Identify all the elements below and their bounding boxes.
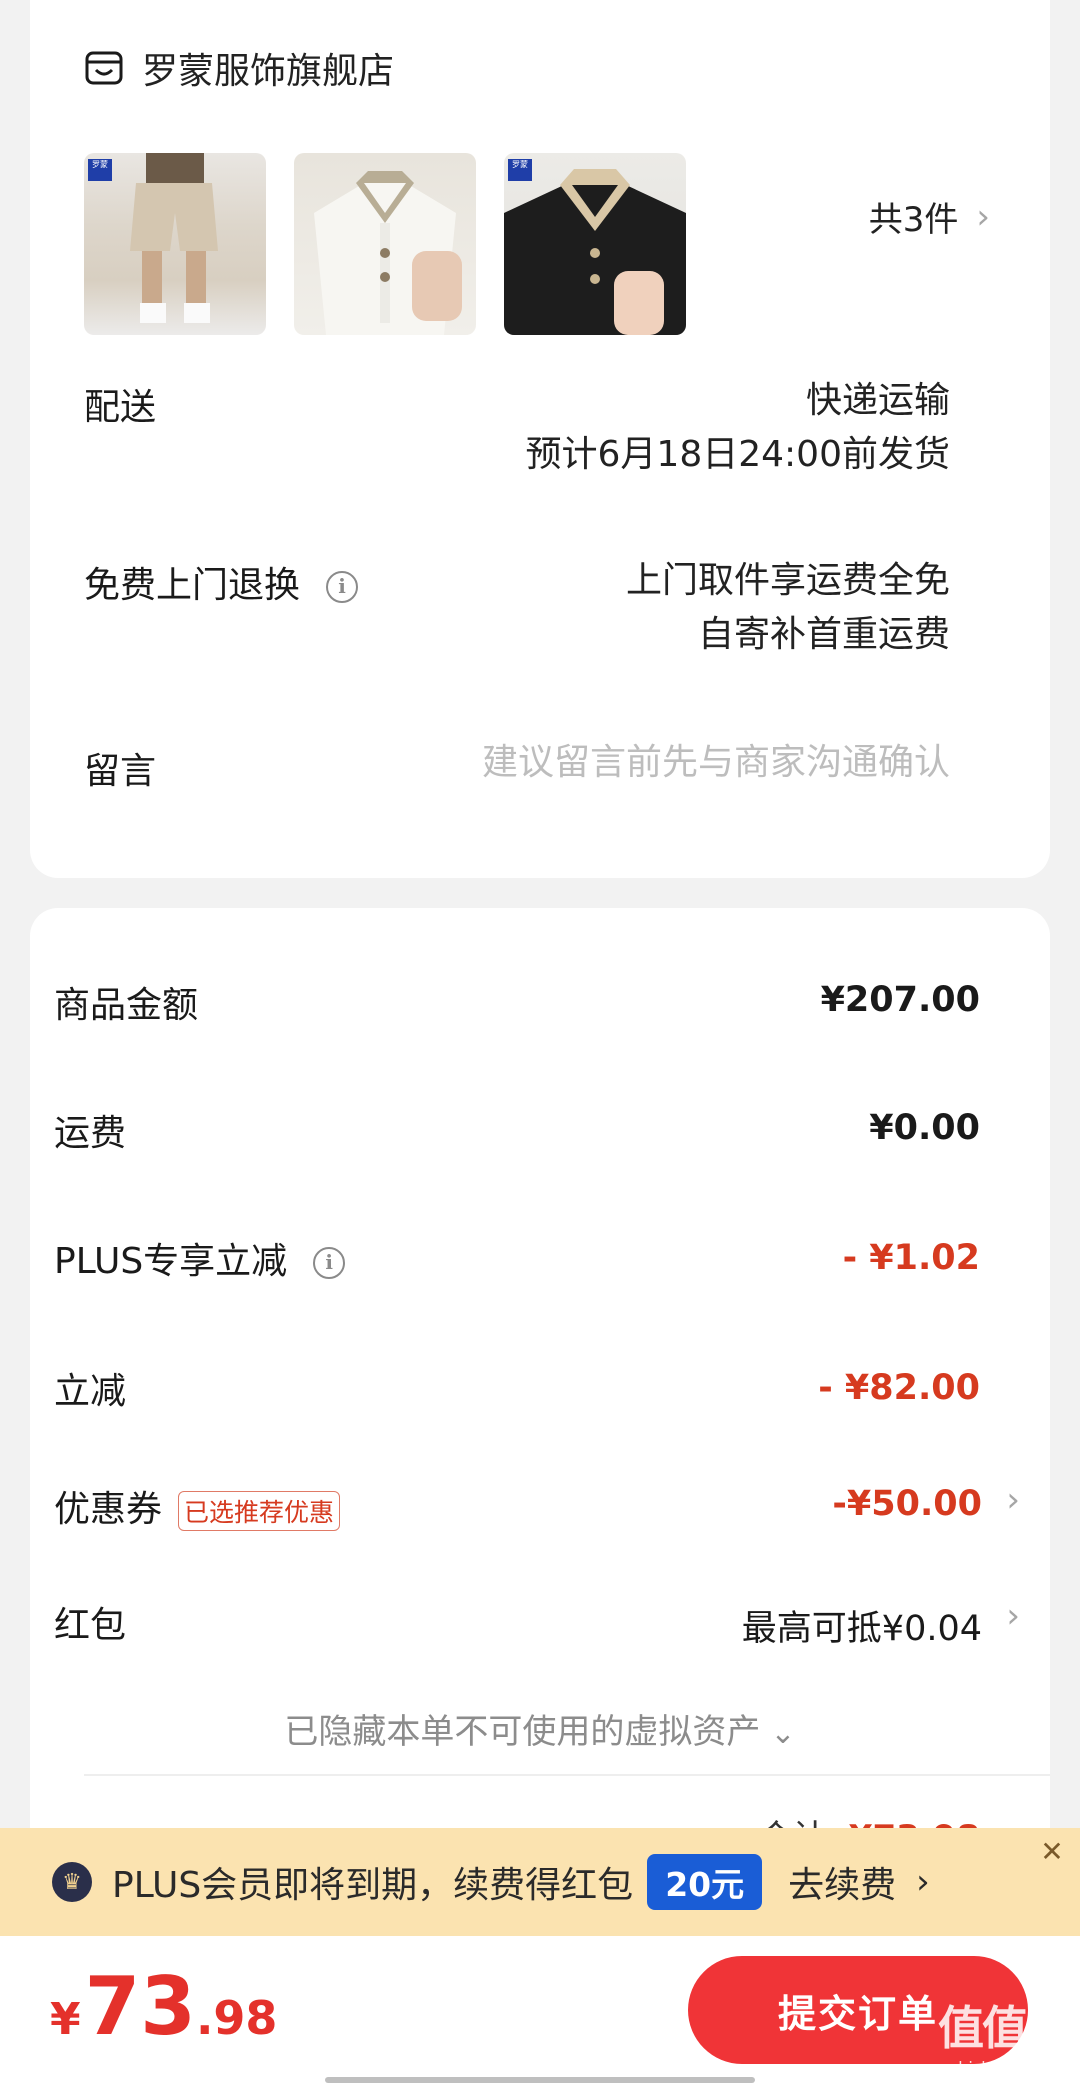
chevron-right-icon[interactable]: › xyxy=(1006,1480,1020,1520)
instant-discount-label: 立减 xyxy=(54,1371,127,1412)
divider xyxy=(84,1774,1050,1776)
price-breakdown-card xyxy=(30,908,1050,1908)
watermark: 值值值 zhizhizhi.com xyxy=(938,1992,1072,2077)
chevron-right-icon: › xyxy=(976,196,990,237)
brand-tag: 罗蒙 xyxy=(508,159,532,181)
coupon-value[interactable]: -¥50.00 xyxy=(832,1484,982,1524)
final-price: ¥ 73 .98 xyxy=(50,1960,277,2053)
info-icon[interactable]: i xyxy=(326,571,359,603)
home-indicator[interactable] xyxy=(325,2077,755,2083)
info-icon[interactable]: i xyxy=(313,1247,346,1279)
plus-crown-icon: ♛ xyxy=(52,1862,92,1902)
black-polo-thumbnail[interactable]: 罗蒙 xyxy=(504,153,686,335)
chevron-right-icon: › xyxy=(916,1862,930,1902)
coupon-row[interactable]: 优惠券 已选推荐优惠 xyxy=(54,1480,341,1532)
delivery-method: 快递运输 xyxy=(805,380,950,421)
hidden-assets-label: 已隐藏本单不可使用的虚拟资产 xyxy=(284,1712,761,1752)
shipping-fee-value: ¥0.00 xyxy=(869,1108,980,1148)
delivery-label: 配送 xyxy=(84,387,157,428)
shipping-fee-label: 运费 xyxy=(54,1113,127,1154)
coupon-label: 优惠券 xyxy=(54,1489,163,1530)
instant-discount-value: - ¥82.00 xyxy=(818,1368,980,1408)
coupon-badge: 已选推荐优惠 xyxy=(178,1491,341,1531)
plus-discount-row: PLUS专享立减 i xyxy=(54,1232,346,1284)
currency-symbol: ¥ xyxy=(50,1994,81,2045)
delivery-info[interactable]: 快递运输 预计6月18日24:00前发货 xyxy=(526,374,950,482)
plus-banner-text: PLUS会员即将到期，续费得红包 xyxy=(112,1865,634,1906)
hidden-assets-toggle[interactable]: 已隐藏本单不可使用的虚拟资产 ⌄ xyxy=(30,1704,1050,1753)
watermark-url: zhizhizhi.com xyxy=(949,2058,1059,2077)
shorts-thumbnail[interactable]: 罗蒙 xyxy=(84,153,266,335)
product-thumbnails[interactable]: 罗蒙 罗蒙 xyxy=(84,153,714,335)
returns-info: 上门取件享运费全免 自寄补首重运费 xyxy=(626,554,950,662)
order-confirm-page: 罗蒙服饰旗舰店 罗蒙 罗蒙 共3件 › 配送 快递运输 预计6月18日24:00… xyxy=(0,0,1080,2085)
store-header[interactable]: 罗蒙服饰旗舰店 xyxy=(84,42,394,94)
returns-label: 免费上门退换 xyxy=(84,565,301,606)
renew-link[interactable]: 去续费 xyxy=(788,1856,896,1908)
redpacket-value[interactable]: 最高可抵¥0.04 xyxy=(742,1600,982,1651)
order-items-card: 罗蒙服饰旗舰店 罗蒙 罗蒙 共3件 › 配送 快递运输 预计6月18日24:00… xyxy=(30,0,1050,878)
chevron-right-icon[interactable]: › xyxy=(1006,1596,1020,1636)
message-label: 留言 xyxy=(84,751,157,792)
item-count-label: 共3件 xyxy=(868,200,959,240)
store-icon xyxy=(85,51,123,85)
watermark-text: 值值值 xyxy=(938,2001,1072,2055)
goods-amount-value: ¥207.00 xyxy=(820,980,980,1020)
plus-discount-label: PLUS专享立减 xyxy=(54,1241,288,1282)
returns-row: 免费上门退换 i xyxy=(84,556,359,608)
message-input[interactable]: 建议留言前先与商家沟通确认 xyxy=(482,736,950,790)
white-polo-illustration xyxy=(314,171,462,335)
price-integer: 73 xyxy=(84,1960,196,2053)
chevron-down-icon: ⌄ xyxy=(770,1716,796,1751)
returns-line1: 上门取件享运费全免 xyxy=(625,560,950,601)
redpacket-label: 红包 xyxy=(54,1605,127,1646)
plus-redpacket-amount: 20元 xyxy=(647,1854,763,1910)
returns-line2: 自寄补首重运费 xyxy=(697,614,950,655)
checkout-bar: ¥ 73 .98 提交订单 值值值 zhizhizhi.com xyxy=(0,1936,1080,2085)
item-count[interactable]: 共3件 › xyxy=(869,192,990,241)
goods-amount-label: 商品金额 xyxy=(54,985,199,1026)
white-polo-thumbnail[interactable] xyxy=(294,153,476,335)
store-name: 罗蒙服饰旗舰店 xyxy=(142,51,395,92)
brand-tag: 罗蒙 xyxy=(88,159,112,181)
plus-discount-value: - ¥1.02 xyxy=(842,1238,980,1278)
delivery-eta: 预计6月18日24:00前发货 xyxy=(525,434,950,475)
price-decimal: .98 xyxy=(195,1991,278,2045)
close-icon[interactable]: ✕ xyxy=(1034,1834,1070,1870)
plus-renewal-banner[interactable]: ♛ PLUS会员即将到期，续费得红包 20元 去续费 › ✕ xyxy=(0,1828,1080,1936)
